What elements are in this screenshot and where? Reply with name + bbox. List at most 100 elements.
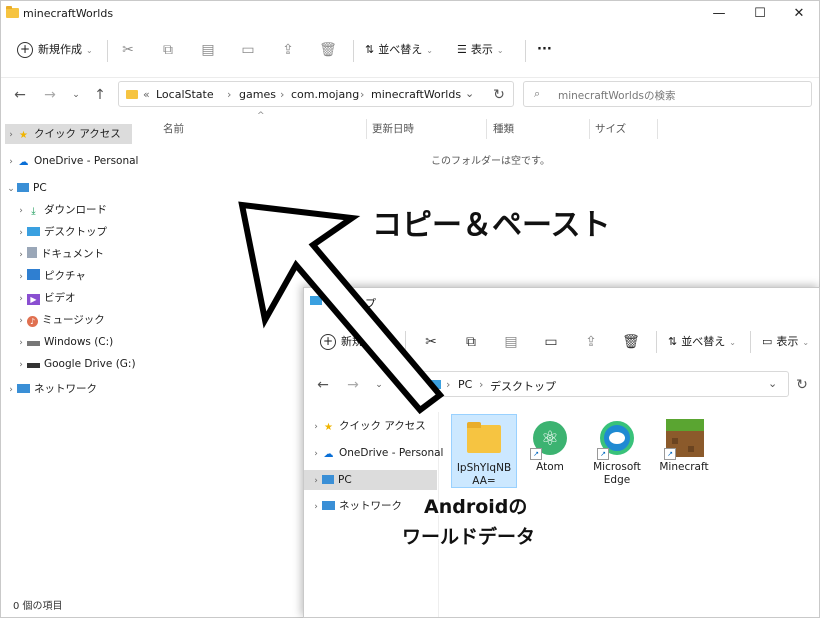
sidebar-item-label: ネットワーク xyxy=(339,500,402,512)
column-header-name[interactable]: 名前 xyxy=(163,119,184,139)
chevron-right-icon: › xyxy=(19,338,23,348)
chevron-right-icon: › xyxy=(314,502,318,512)
sidebar-item-label: デスクトップ xyxy=(44,226,107,238)
sidebar-item-pc[interactable]: › PC xyxy=(304,470,437,490)
shortcut-arrow-icon: ↗ xyxy=(530,448,542,460)
desktop-explorer-window: ップ + 新規 ✂ ⧉ ▤ ▭ ⇪ 🗑 ⇅ 並べ替え ⌄ ▭ 表示 ⌄ ← → ⌄ ↑ ›… xyxy=(303,287,820,618)
sidebar-item-label: Google Drive (G:) xyxy=(44,358,136,370)
sidebar-item-windows-drive[interactable]: › Windows (C:) xyxy=(15,332,113,352)
delete-icon[interactable]: 🗑 xyxy=(620,331,642,353)
sidebar-item-network[interactable]: › ネットワーク xyxy=(5,379,97,399)
sidebar-item-google-drive[interactable]: › Google Drive (G:) xyxy=(15,354,136,374)
sidebar-item-pc[interactable]: ⌄ PC xyxy=(5,178,46,198)
download-icon: ⤓ xyxy=(31,206,36,217)
sidebar-item-onedrive[interactable]: › ☁ OneDrive - Personal xyxy=(5,151,138,171)
refresh-icon[interactable]: ↻ xyxy=(793,376,811,394)
view-button[interactable]: ☰ 表示 ⌄ xyxy=(457,40,504,60)
shortcut-arrow-icon: ↗ xyxy=(664,448,676,460)
sort-button[interactable]: ⇅ 並べ替え ⌄ xyxy=(668,332,736,352)
sidebar-item-videos[interactable]: › ▶ ビデオ xyxy=(15,288,76,308)
rename-icon[interactable]: ▭ xyxy=(237,39,259,61)
address-bar[interactable]: › PC › デスクトップ ⌄ xyxy=(421,371,789,397)
sidebar-item-onedrive[interactable]: › ☁ OneDrive - Personal xyxy=(310,443,443,463)
view-button[interactable]: ▭ 表示 ⌄ xyxy=(762,332,809,352)
paste-icon[interactable]: ▤ xyxy=(500,331,522,353)
navigation-pane: › ★ クイック アクセス › ☁ OneDrive - Personal › PC › ネ… xyxy=(304,412,443,617)
maximize-button[interactable]: ☐ xyxy=(748,5,772,23)
network-icon xyxy=(322,501,335,510)
chevron-down-icon[interactable]: ⌄ xyxy=(465,87,474,100)
sort-icon: ⇅ xyxy=(365,43,375,56)
folder-icon xyxy=(6,6,19,18)
breadcrumb-pc[interactable]: PC xyxy=(458,378,472,391)
sidebar-item-pictures[interactable]: › ピクチャ xyxy=(15,266,86,286)
chevron-right-icon: › xyxy=(314,449,318,459)
sidebar-item-quick-access[interactable]: › ★ クイック アクセス xyxy=(310,416,426,436)
sort-button[interactable]: ⇅ 並べ替え ⌄ xyxy=(365,40,433,60)
chevron-right-icon: › xyxy=(19,316,23,326)
sidebar-item-label: Windows (C:) xyxy=(44,336,114,348)
chevron-down-icon: ⌄ xyxy=(426,46,433,55)
breadcrumb-com-mojang[interactable]: com.mojang xyxy=(291,88,359,101)
music-icon: ♪ xyxy=(27,316,38,327)
sidebar-item-downloads[interactable]: › ⤓ ダウンロード xyxy=(15,200,107,220)
column-divider xyxy=(589,119,590,139)
rename-icon[interactable]: ▭ xyxy=(540,331,562,353)
recent-chevron-icon[interactable]: ⌄ xyxy=(370,376,388,394)
chevron-right-icon: › xyxy=(314,476,318,486)
address-bar[interactable]: « LocalState › games › com.mojang › mine… xyxy=(118,81,514,107)
paste-icon[interactable]: ▤ xyxy=(197,39,219,61)
file-item-minecraft[interactable]: ↗ Minecraft xyxy=(651,414,717,474)
sidebar-item-documents[interactable]: › ドキュメント xyxy=(15,244,104,264)
search-box[interactable]: ⌕ minecraftWorldsの検索 xyxy=(523,81,812,107)
breadcrumb-games[interactable]: games xyxy=(239,88,276,101)
up-arrow-icon[interactable]: ↑ xyxy=(91,86,109,104)
share-icon[interactable]: ⇪ xyxy=(277,39,299,61)
sidebar-item-desktop[interactable]: › デスクトップ xyxy=(15,222,107,242)
share-icon[interactable]: ⇪ xyxy=(580,331,602,353)
recent-chevron-icon[interactable]: ⌄ xyxy=(67,86,85,104)
column-header-size[interactable]: サイズ xyxy=(595,119,626,139)
up-arrow-icon[interactable]: ↑ xyxy=(394,376,412,394)
navigation-pane: › ★ クイック アクセス › ☁ OneDrive - Personal ⌄ PC › ⤓… xyxy=(1,119,138,593)
sidebar-item-label: ピクチャ xyxy=(44,270,86,282)
delete-icon[interactable]: 🗑 xyxy=(317,39,339,61)
file-item-atom[interactable]: ⚛ ↗ Atom xyxy=(517,414,583,474)
new-button-label: 新規作成 xyxy=(38,43,82,56)
cut-icon[interactable]: ✂ xyxy=(117,39,139,61)
search-placeholder: minecraftWorldsの検索 xyxy=(558,90,676,102)
forward-arrow-icon[interactable]: → xyxy=(41,86,59,104)
window-title: minecraftWorlds xyxy=(23,7,114,20)
cut-icon[interactable]: ✂ xyxy=(420,331,442,353)
new-button[interactable]: + 新規 xyxy=(320,332,363,352)
back-arrow-icon[interactable]: ← xyxy=(314,376,332,394)
breadcrumb-minecraftworlds[interactable]: minecraftWorlds xyxy=(371,88,461,101)
column-header-type[interactable]: 種類 xyxy=(493,119,514,139)
back-arrow-icon[interactable]: ← xyxy=(11,86,29,104)
forward-arrow-icon[interactable]: → xyxy=(344,376,362,394)
file-item-edge[interactable]: ↗ Microsoft Edge xyxy=(584,414,650,487)
sidebar-item-network[interactable]: › ネットワーク xyxy=(310,496,402,516)
monitor-icon xyxy=(17,183,29,192)
sidebar-item-label: クイック アクセス xyxy=(34,128,121,140)
file-item-label: AA= xyxy=(472,475,496,487)
chevron-down-icon[interactable]: ⌄ xyxy=(768,377,777,390)
breadcrumb-localstate[interactable]: LocalState xyxy=(156,88,214,101)
close-button[interactable]: ✕ xyxy=(787,5,811,23)
breadcrumb-desktop[interactable]: デスクトップ xyxy=(490,378,556,394)
breadcrumb-separator: › xyxy=(280,88,285,101)
more-options-button[interactable]: ··· xyxy=(537,40,552,60)
refresh-icon[interactable]: ↻ xyxy=(490,86,508,104)
column-header-modified[interactable]: 更新日時 xyxy=(372,119,414,139)
sidebar-item-quick-access[interactable]: › ★ クイック アクセス xyxy=(5,124,132,144)
file-item-world-folder[interactable]: IpShYIqNB AA= xyxy=(451,414,517,488)
chevron-down-icon: ⌄ xyxy=(7,184,15,194)
breadcrumb-overflow[interactable]: « xyxy=(143,88,150,101)
new-button[interactable]: + 新規作成 ⌄ xyxy=(17,40,93,60)
copy-icon[interactable]: ⧉ xyxy=(460,331,482,353)
minimize-button[interactable]: — xyxy=(707,5,731,23)
document-icon xyxy=(27,247,37,258)
shortcut-arrow-icon: ↗ xyxy=(597,448,609,460)
sidebar-item-music[interactable]: › ♪ ミュージック xyxy=(15,310,105,330)
copy-icon[interactable]: ⧉ xyxy=(157,39,179,61)
